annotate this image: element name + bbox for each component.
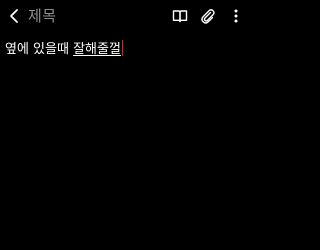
composing-text: 잘해줄껄	[73, 42, 121, 57]
reader-mode-button[interactable]	[168, 5, 192, 27]
note-header: 제목	[0, 0, 250, 32]
attach-button[interactable]	[196, 5, 220, 27]
chevron-left-icon	[10, 9, 18, 23]
note-body-editor[interactable]: 옆에 있을때 잘해줄껄	[5, 40, 245, 59]
more-options-button[interactable]	[224, 5, 248, 27]
text-caret	[121, 40, 123, 56]
vertical-dots-icon	[234, 9, 238, 23]
open-book-icon	[172, 10, 188, 23]
header-actions	[164, 5, 248, 27]
back-button[interactable]	[4, 5, 24, 27]
paperclip-icon	[201, 9, 215, 24]
committed-text: 옆에 있을때	[5, 42, 74, 57]
title-input[interactable]: 제목	[28, 7, 57, 25]
